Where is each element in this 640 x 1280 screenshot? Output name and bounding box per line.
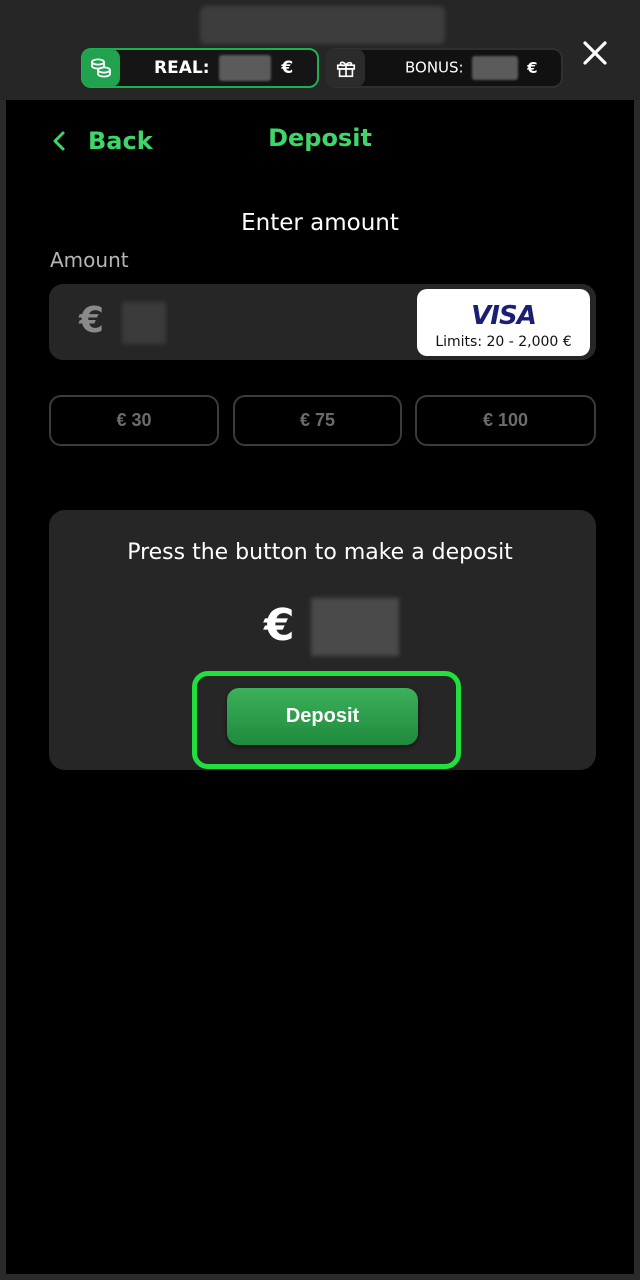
deposit-button[interactable]: Deposit xyxy=(227,688,418,745)
amount-label: Amount xyxy=(50,248,129,272)
real-balance-label: REAL: € xyxy=(154,55,293,81)
real-label-text: REAL: xyxy=(154,58,210,78)
payment-method-selector[interactable]: VISA Limits: 20 - 2,000 € xyxy=(417,289,590,356)
real-balance-blurred xyxy=(219,55,272,81)
summary-currency-symbol: € xyxy=(264,600,295,651)
bonus-label-text: BONUS: xyxy=(405,58,464,77)
real-currency: € xyxy=(281,58,294,78)
bonus-balance-blurred xyxy=(472,56,519,80)
page-title: Deposit xyxy=(268,124,372,152)
coins-icon xyxy=(82,49,120,87)
real-balance-pill[interactable]: REAL: € xyxy=(81,48,319,88)
enter-amount-heading: Enter amount xyxy=(241,210,399,236)
deposit-instruction: Press the button to make a deposit xyxy=(127,540,513,565)
summary-amount-blurred xyxy=(311,598,399,656)
quick-amount-button[interactable]: € 75 xyxy=(233,395,402,446)
bonus-balance-pill[interactable]: BONUS: € xyxy=(326,48,563,88)
bonus-currency: € xyxy=(527,58,538,77)
quick-amount-button[interactable]: € 100 xyxy=(415,395,596,446)
close-button[interactable] xyxy=(578,36,612,70)
blurred-header-text xyxy=(200,6,445,44)
bonus-balance-label: BONUS: € xyxy=(405,56,538,80)
quick-amount-button[interactable]: € 30 xyxy=(49,395,219,446)
header-bar: REAL: € BONUS: € xyxy=(0,0,640,100)
gift-icon xyxy=(327,49,365,87)
close-icon xyxy=(583,41,607,65)
amount-currency-symbol: € xyxy=(79,300,105,341)
payment-limits: Limits: 20 - 2,000 € xyxy=(435,334,572,350)
amount-value-blurred xyxy=(122,302,166,344)
visa-logo: VISA xyxy=(471,301,537,331)
